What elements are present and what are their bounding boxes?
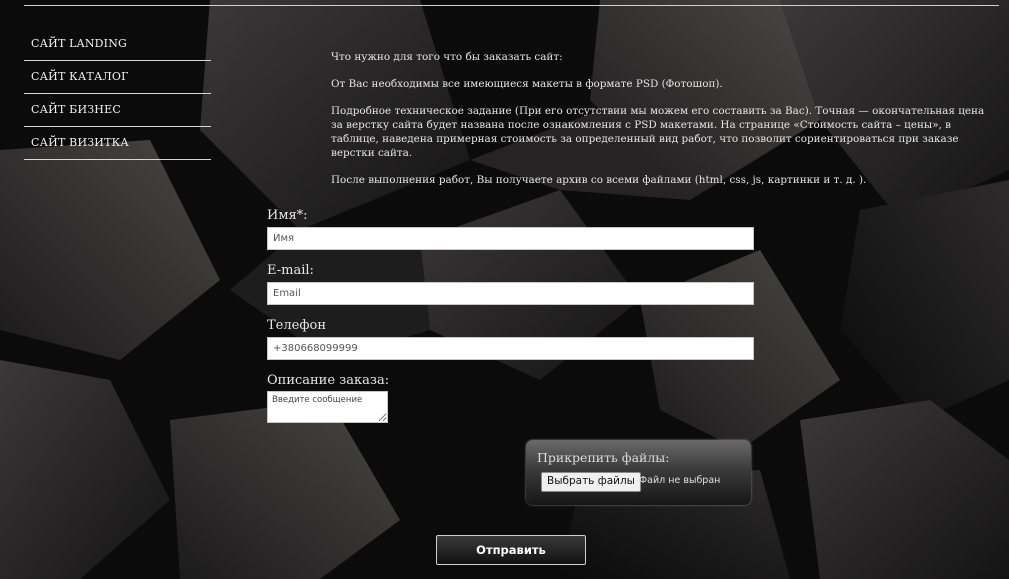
side-navigation: САЙТ LANDING САЙТ КАТАЛОГ САЙТ БИЗНЕС СА… (24, 28, 211, 160)
email-label: E-mail: (267, 263, 314, 278)
file-status-text: Файл не выбран (639, 475, 721, 486)
info-paragraph-1: Что нужно для того что бы заказать сайт: (331, 51, 563, 63)
top-divider (24, 5, 999, 6)
name-label: Имя*: (267, 208, 308, 223)
nav-item-vizitka[interactable]: САЙТ ВИЗИТКА (24, 127, 211, 160)
nav-item-business[interactable]: САЙТ БИЗНЕС (24, 94, 211, 127)
phone-label: Телефон (267, 318, 326, 333)
attach-files-panel: Прикрепить файлы: Выбрать файлы Файл не … (526, 440, 751, 505)
nav-item-catalog[interactable]: САЙТ КАТАЛОГ (24, 61, 211, 94)
nav-item-landing[interactable]: САЙТ LANDING (24, 28, 211, 61)
description-label: Описание заказа: (267, 373, 390, 388)
phone-input[interactable] (267, 337, 754, 360)
submit-button[interactable]: Отправить (436, 535, 586, 565)
info-paragraph-2: От Вас необходимы все имеющиеся макеты в… (331, 78, 723, 90)
order-info: Что нужно для того что бы заказать сайт:… (331, 50, 991, 200)
info-paragraph-4: После выполнения работ, Вы получаете арх… (331, 174, 867, 186)
email-input[interactable] (267, 282, 754, 305)
attach-files-title: Прикрепить файлы: (537, 450, 670, 465)
info-paragraph-3: Подробное техническое задание (При его о… (331, 105, 985, 159)
name-input[interactable] (267, 227, 754, 250)
description-textarea[interactable] (267, 391, 388, 423)
choose-files-button[interactable]: Выбрать файлы (541, 472, 641, 492)
